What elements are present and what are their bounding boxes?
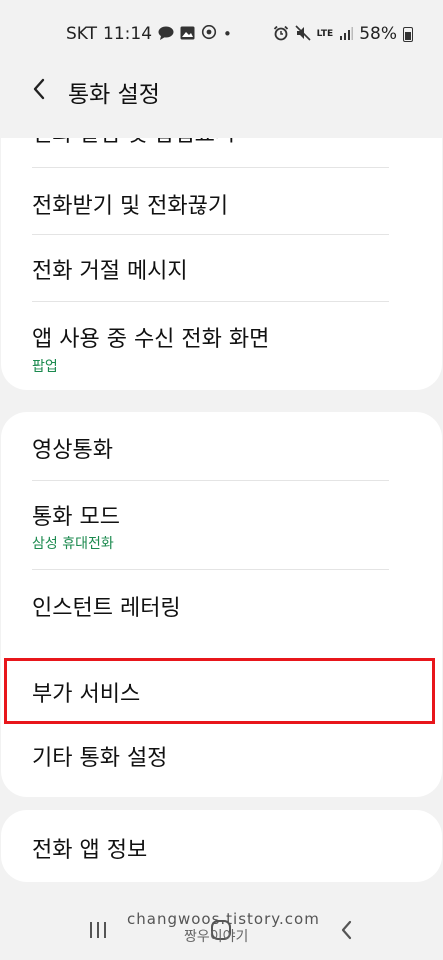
nav-back-button[interactable] — [327, 914, 367, 946]
battery-percent: 58% — [359, 24, 397, 44]
settings-group-1: 전화 알림 및 팝업표시 전화받기 및 전화끊기 전화 거절 메시지 앱 사용 … — [1, 138, 442, 390]
list-item-phone-app-info[interactable]: 전화 앱 정보 — [1, 810, 442, 882]
list-item-sublabel: 팝업 — [32, 359, 58, 375]
list-item-incoming-call-display[interactable]: 앱 사용 중 수신 전화 화면 팝업 — [1, 302, 442, 390]
signal-icon — [339, 26, 354, 43]
list-item-label: 전화받기 및 전화끊기 — [32, 194, 229, 219]
settings-group-2: 영상통화 통화 모드 삼성 휴대전화 인스턴트 레터링 부가 서비스 기타 통화… — [1, 412, 442, 797]
list-item-video-call[interactable]: 영상통화 — [1, 412, 442, 480]
list-item-label: 기타 통화 설정 — [32, 746, 168, 771]
status-bar-right: LTE 58% — [273, 24, 413, 44]
lte-indicator: LTE — [316, 28, 334, 39]
list-item-label: 앱 사용 중 수신 전화 화면 — [32, 327, 270, 352]
alarm-icon — [273, 25, 289, 44]
battery-icon — [403, 26, 413, 42]
settings-group-3: 전화 앱 정보 — [1, 810, 442, 882]
status-bar: SKT 11:14 • LTE 58% — [0, 0, 443, 66]
location-pin-icon — [201, 24, 217, 44]
clock: 11:14 — [103, 24, 153, 44]
status-bar-left: SKT 11:14 • — [66, 24, 232, 44]
list-item-label: 전화 거절 메시지 — [32, 259, 188, 284]
recents-icon — [90, 922, 106, 938]
list-item-decline-messages[interactable]: 전화 거절 메시지 — [1, 235, 442, 301]
back-button[interactable] — [22, 72, 56, 106]
list-item-label: 전화 알림 및 팝업표시 — [32, 138, 235, 148]
list-item-sublabel: 삼성 휴대전화 — [32, 536, 114, 552]
list-item-instant-lettering[interactable]: 인스턴트 레터링 — [1, 570, 442, 638]
watermark-name: 짱우이야기 — [184, 929, 249, 945]
chevron-left-icon — [33, 78, 45, 100]
back-icon — [341, 920, 352, 940]
highlight-box — [4, 658, 435, 724]
app-header: 통화 설정 — [0, 66, 443, 122]
chat-icon — [158, 26, 174, 43]
list-item-other-call-settings[interactable]: 기타 통화 설정 — [1, 728, 442, 796]
list-item-label: 영상통화 — [32, 438, 113, 463]
carrier-label: SKT — [66, 24, 98, 44]
recents-button[interactable] — [78, 914, 118, 946]
list-item-call-mode[interactable]: 통화 모드 삼성 휴대전화 — [1, 481, 442, 569]
list-item-label: 전화 앱 정보 — [32, 838, 148, 863]
gallery-icon — [180, 26, 195, 43]
mute-icon — [295, 24, 311, 44]
dot-icon: • — [223, 24, 232, 43]
list-item-call-alert-popup[interactable]: 전화 알림 및 팝업표시 — [1, 138, 442, 168]
list-item-label: 인스턴트 레터링 — [32, 596, 181, 621]
page-title: 통화 설정 — [68, 82, 160, 108]
list-item-answer-end-calls[interactable]: 전화받기 및 전화끊기 — [1, 168, 442, 234]
list-item-label: 통화 모드 — [32, 505, 120, 530]
